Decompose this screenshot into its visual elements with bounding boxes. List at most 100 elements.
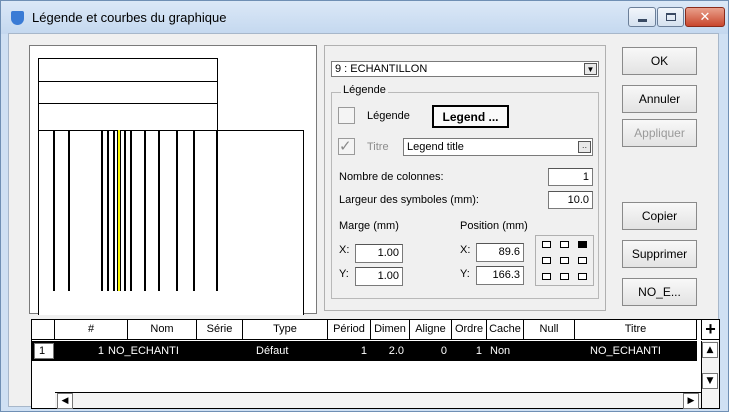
columns-label: Nombre de colonnes: — [339, 171, 444, 183]
anchor-bottom-left[interactable] — [542, 273, 551, 280]
preview-curve-line — [68, 130, 70, 291]
column-header-type[interactable]: Type — [243, 320, 328, 339]
horizontal-scrollbar[interactable]: ◀ ▶ — [55, 392, 701, 409]
column-header-ordre[interactable]: Ordre — [452, 320, 487, 339]
anchor-middle-left[interactable] — [542, 257, 551, 264]
column-header-nom[interactable]: Nom — [128, 320, 197, 339]
minimize-button[interactable] — [628, 7, 656, 27]
margin-y-label: Y: — [339, 268, 349, 280]
cell-ordre: 1 — [475, 345, 482, 357]
margin-y-field[interactable]: 1.00 — [355, 267, 403, 286]
column-header-dimension[interactable]: Dimen — [371, 320, 410, 339]
column-header-serie[interactable]: Série — [197, 320, 243, 339]
preview-curve-line — [176, 130, 178, 291]
preview-curve-line — [124, 130, 126, 291]
column-header-alignement[interactable]: Aligne — [410, 320, 452, 339]
cell-alignement: 0 — [440, 345, 447, 357]
preview-curve-line — [144, 130, 146, 291]
column-header-titre[interactable]: Titre — [575, 320, 697, 339]
legend-preview — [29, 45, 317, 315]
column-header-num[interactable]: # — [55, 320, 128, 339]
row-number[interactable]: 1 — [34, 343, 54, 359]
cell-titre: NO_ECHANTI — [590, 345, 661, 357]
table-row[interactable]: 1 1 NO_ECHANTI Défaut 1 2.0 0 1 Non NO_E… — [32, 341, 697, 361]
title-checkbox[interactable]: ✓ — [338, 137, 355, 155]
margin-x-field[interactable]: 1.00 — [355, 244, 403, 263]
position-label: Position (mm) — [460, 220, 528, 232]
title-input[interactable]: Legend title ·· — [403, 138, 593, 156]
anchor-top-left[interactable] — [542, 241, 551, 248]
title-input-value: Legend title — [407, 141, 464, 153]
cell-num: 1 — [97, 345, 104, 357]
table-header: # Nom Série Type Périod Dimen Aligne Ord… — [32, 320, 697, 340]
symbol-width-label: Largeur des symboles (mm): — [339, 194, 479, 206]
window-title: Légende et courbes du graphique — [32, 10, 227, 25]
maximize-button[interactable] — [657, 7, 684, 27]
preview-curve-line — [113, 130, 115, 291]
position-x-field[interactable]: 89.6 — [476, 243, 524, 262]
scroll-left-icon[interactable]: ◀ — [57, 393, 73, 409]
apply-button[interactable]: Appliquer — [622, 119, 697, 147]
title-bar: Légende et courbes du graphique ✕ — [1, 1, 728, 34]
position-y-label: Y: — [460, 268, 470, 280]
column-header-null[interactable]: Null — [524, 320, 575, 339]
anchor-middle-center[interactable] — [560, 257, 569, 264]
legend-checkbox-label: Légende — [367, 110, 410, 122]
no-e-button[interactable]: NO_E... — [622, 278, 697, 306]
close-icon: ✕ — [699, 9, 711, 25]
preview-curve-line — [130, 130, 132, 291]
maximize-icon — [665, 13, 676, 21]
anchor-top-center[interactable] — [560, 241, 569, 248]
scroll-right-icon[interactable]: ▶ — [683, 393, 699, 409]
anchor-top-right[interactable] — [578, 241, 587, 248]
position-x-label: X: — [460, 244, 471, 256]
preview-row-2 — [38, 81, 218, 104]
preview-row-3 — [38, 103, 218, 131]
ellipsis-icon[interactable]: ·· — [578, 141, 591, 153]
title-label: Titre — [367, 141, 389, 153]
columns-field[interactable]: 1 — [548, 168, 593, 186]
anchor-bottom-right[interactable] — [578, 273, 587, 280]
vertical-scrollbar[interactable]: ▲ ▼ — [701, 341, 719, 408]
preview-curves-area — [38, 130, 304, 315]
curves-table: # Nom Série Type Périod Dimen Aligne Ord… — [31, 319, 720, 409]
margin-x-label: X: — [339, 244, 350, 256]
symbol-width-field[interactable]: 10.0 — [548, 191, 593, 209]
close-button[interactable]: ✕ — [685, 7, 725, 27]
add-row-icon[interactable]: + — [701, 320, 719, 340]
legend-group-title: Légende — [341, 84, 388, 96]
anchor-middle-right[interactable] — [578, 257, 587, 264]
app-icon — [11, 11, 24, 25]
legend-checkbox[interactable] — [338, 107, 355, 124]
preview-selected-curve — [117, 130, 121, 291]
curve-select[interactable]: 9 : ECHANTILLON ▼ — [331, 61, 599, 77]
chevron-down-icon[interactable]: ▼ — [584, 63, 597, 75]
anchor-bottom-center[interactable] — [560, 273, 569, 280]
row-header-corner — [32, 320, 55, 339]
copy-button[interactable]: Copier — [622, 202, 697, 230]
preview-curve-line — [107, 130, 109, 291]
preview-curve-line — [101, 130, 103, 291]
scroll-up-icon[interactable]: ▲ — [702, 342, 718, 358]
checkmark-icon: ✓ — [339, 137, 352, 155]
cell-cache: Non — [490, 345, 511, 357]
cell-type: Défaut — [256, 345, 289, 357]
legend-button[interactable]: Legend ... — [432, 105, 509, 128]
position-y-field[interactable]: 166.3 — [476, 266, 524, 285]
curve-select-value: 9 : ECHANTILLON — [335, 63, 428, 75]
anchor-position-grid — [535, 235, 594, 286]
preview-row-1 — [38, 58, 218, 82]
minimize-icon — [637, 18, 647, 22]
ok-button[interactable]: OK — [622, 47, 697, 75]
preview-curve-line — [216, 130, 218, 291]
margin-label: Marge (mm) — [339, 220, 399, 232]
column-header-periode[interactable]: Périod — [328, 320, 371, 339]
cancel-button[interactable]: Annuler — [622, 85, 697, 113]
cell-nom: NO_ECHANTI — [108, 345, 179, 357]
delete-button[interactable]: Supprimer — [622, 240, 697, 268]
preview-curve-line — [193, 130, 195, 291]
column-header-cache[interactable]: Cache — [487, 320, 524, 339]
cell-dimension: 2.0 — [388, 345, 404, 357]
preview-curve-line — [158, 130, 160, 291]
scroll-down-icon[interactable]: ▼ — [702, 373, 718, 389]
